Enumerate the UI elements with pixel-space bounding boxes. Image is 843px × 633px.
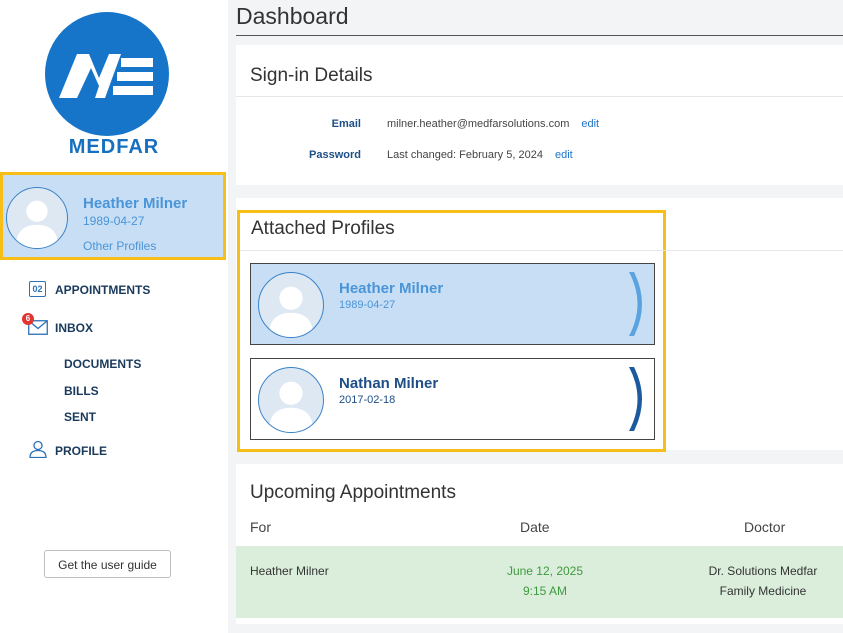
edit-email-link[interactable]: edit (581, 118, 599, 130)
nav-profile[interactable]: PROFILE (55, 444, 107, 458)
password-row: Last changed: February 5, 2024 edit (387, 149, 573, 161)
appt-for: Heather Milner (250, 564, 329, 578)
appt-doctor-specialty: Family Medicine (719, 584, 807, 598)
other-profiles-link[interactable]: Other Profiles (83, 239, 156, 253)
upcoming-appointments-card: Upcoming Appointments For Date Doctor He… (236, 464, 843, 624)
sidebar: MEDFAR Heather Milner 1989-04-27 Other P… (0, 0, 228, 633)
person-icon (29, 440, 47, 458)
appt-doctor-name: Dr. Solutions Medfar (708, 564, 818, 578)
email-value: milner.heather@medfarsolutions.com (387, 118, 570, 130)
password-label: Password (309, 149, 361, 161)
appointments-title: Upcoming Appointments (250, 482, 456, 503)
password-value: Last changed: February 5, 2024 (387, 149, 543, 161)
email-row: milner.heather@medfarsolutions.com edit (387, 118, 599, 130)
attached-profile-heather[interactable]: Heather Milner 1989-04-27 (250, 263, 655, 345)
signin-details-card: Sign-in Details Email milner.heather@med… (236, 45, 843, 185)
nav-bills[interactable]: BILLS (64, 384, 99, 398)
avatar (258, 367, 324, 433)
user-avatar-icon (15, 200, 59, 248)
user-guide-button[interactable]: Get the user guide (44, 550, 171, 578)
appt-date-day: June 12, 2025 (506, 564, 584, 578)
calendar-icon: 02 (29, 281, 46, 297)
chevron-right-icon (629, 367, 642, 431)
current-profile-name: Heather Milner (83, 195, 188, 212)
nav-documents[interactable]: DOCUMENTS (64, 357, 141, 371)
appt-date: June 12, 2025 9:15 AM (466, 561, 624, 601)
card-divider (236, 96, 843, 97)
attached-profiles-title: Attached Profiles (251, 218, 395, 239)
attached-profile-nathan[interactable]: Nathan Milner 2017-02-18 (250, 358, 655, 440)
signin-title: Sign-in Details (250, 65, 373, 86)
col-doctor: Doctor (744, 519, 786, 535)
col-date: Date (520, 519, 550, 535)
edit-password-link[interactable]: edit (555, 149, 573, 161)
profile-dob: 1989-04-27 (339, 299, 396, 311)
appointment-row[interactable]: Heather Milner June 12, 2025 9:15 AM Dr.… (236, 546, 843, 618)
medfar-logo (45, 12, 169, 136)
appt-date-time: 9:15 AM (522, 584, 568, 598)
avatar (6, 187, 68, 249)
current-profile-card[interactable]: Heather Milner 1989-04-27 Other Profiles (0, 172, 226, 260)
email-label: Email (331, 118, 361, 130)
title-divider (236, 35, 843, 36)
nav-inbox[interactable]: INBOX (55, 321, 93, 335)
profile-name: Heather Milner (339, 280, 444, 297)
user-avatar-icon (268, 381, 314, 432)
nav-sent[interactable]: SENT (64, 410, 96, 424)
logo-mark-icon (59, 54, 153, 98)
appt-doctor: Dr. Solutions Medfar Family Medicine (666, 561, 840, 601)
profile-name: Nathan Milner (339, 375, 439, 392)
brand-name: MEDFAR (68, 136, 160, 158)
card-divider (240, 250, 843, 251)
attached-profiles-panel: Attached Profiles Heather Milner 1989-04… (237, 210, 843, 452)
page-title: Dashboard (236, 3, 349, 29)
chevron-right-icon (629, 272, 642, 336)
current-profile-dob: 1989-04-27 (83, 214, 145, 228)
inbox-unread-badge: 6 (22, 313, 34, 325)
user-avatar-icon (268, 286, 314, 337)
profile-dob: 2017-02-18 (339, 394, 396, 406)
nav-appointments[interactable]: APPOINTMENTS (55, 283, 150, 297)
col-for: For (250, 519, 271, 535)
avatar (258, 272, 324, 338)
